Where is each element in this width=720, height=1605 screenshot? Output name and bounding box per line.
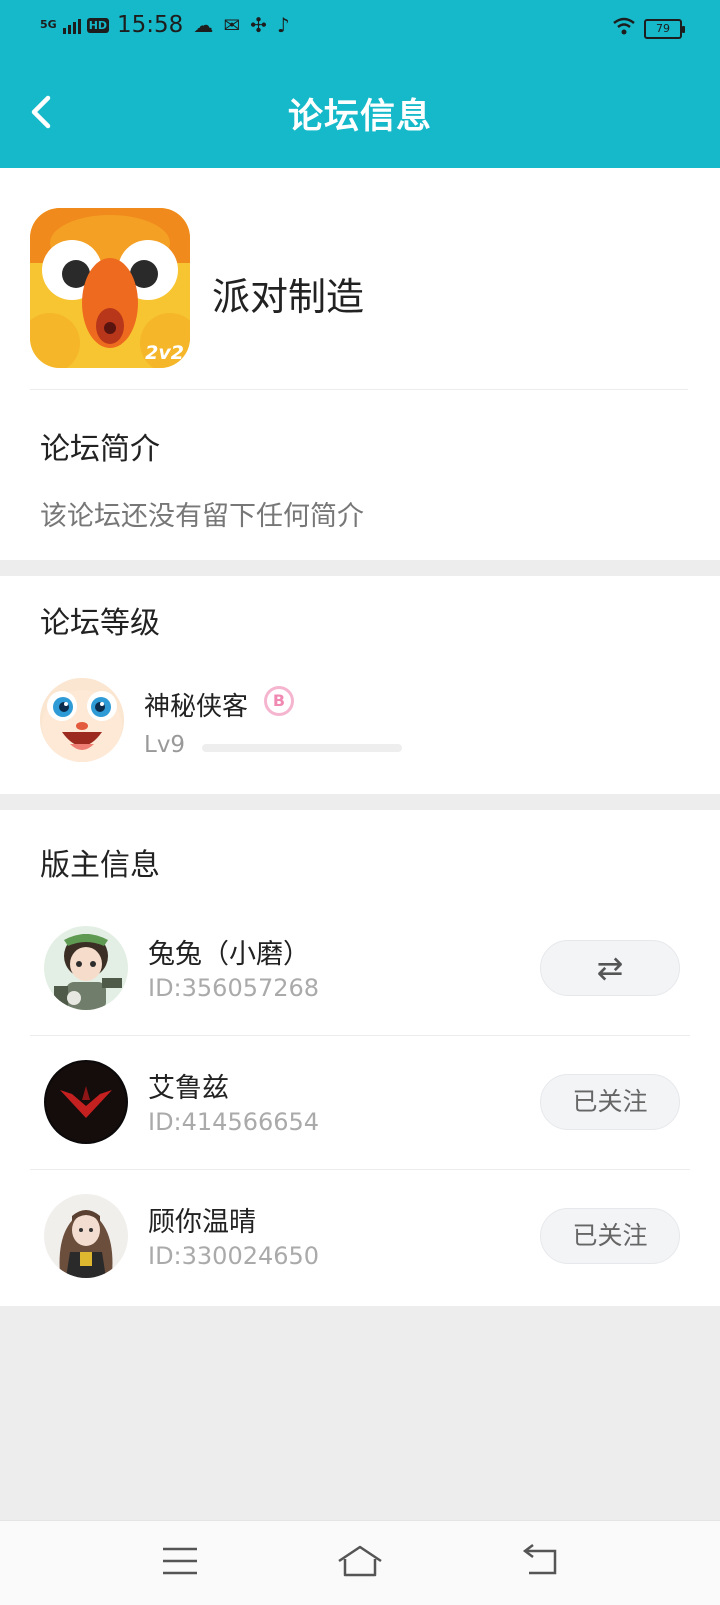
forum-level-card: 论坛等级 神秘侠客 B Lv9	[0, 576, 720, 794]
status-bar: 5G HD 15:58 ☁ ✉ ✣ ♪ 79	[0, 0, 720, 56]
game-icon-badge: 2v2	[145, 342, 184, 364]
moderators-card: 版主信息 兔兔（小磨） ID:356057268 ⇄ 艾鲁兹 ID:414566…	[0, 810, 720, 1306]
top-nav-bar: 论坛信息	[0, 56, 720, 168]
user-name: 神秘侠客	[144, 692, 249, 722]
mail-icon: ✉	[223, 13, 241, 37]
moderators-title: 版主信息	[40, 848, 160, 883]
weather-icon: ☁	[193, 13, 214, 37]
forum-info-card: 2v2 派对制造 论坛简介 该论坛还没有留下任何简介	[0, 168, 720, 560]
status-left: 5G HD 15:58 ☁ ✉ ✣ ♪	[40, 12, 290, 38]
moderator-id: ID:356057268	[148, 974, 320, 1002]
wifi-icon	[612, 16, 636, 41]
moderator-name: 艾鲁兹	[148, 1073, 229, 1104]
moderator-name: 兔兔（小磨）	[148, 939, 310, 970]
battery-icon: 79	[644, 18, 685, 39]
intro-text: 该论坛还没有留下任何简介	[40, 501, 364, 532]
followed-button[interactable]: 已关注	[540, 1208, 680, 1264]
moderator-row[interactable]: 兔兔（小磨） ID:356057268 ⇄	[30, 902, 690, 1036]
home-icon	[338, 1545, 382, 1577]
fan-icon: ✣	[250, 13, 267, 37]
moderator-row[interactable]: 艾鲁兹 ID:414566654 已关注	[30, 1036, 690, 1170]
switch-button[interactable]: ⇄	[540, 940, 680, 996]
divider	[30, 389, 688, 390]
intro-title: 论坛简介	[40, 432, 160, 467]
moderator-avatar[interactable]	[44, 926, 128, 1010]
menu-icon	[163, 1547, 197, 1575]
clock: 15:58	[117, 12, 184, 38]
level-progress-bar	[202, 744, 402, 752]
followed-button[interactable]: 已关注	[540, 1074, 680, 1130]
moderator-id: ID:330024650	[148, 1242, 320, 1270]
tiktok-icon: ♪	[276, 13, 290, 37]
system-nav-bar	[0, 1520, 720, 1605]
level-title: 论坛等级	[40, 606, 160, 641]
network-type: 5G	[40, 18, 57, 31]
switch-icon: ⇄	[596, 949, 624, 987]
user-level: Lv9	[144, 732, 186, 758]
back-nav-button[interactable]	[515, 1539, 565, 1583]
home-button[interactable]	[335, 1539, 385, 1583]
moderator-id: ID:414566654	[148, 1108, 320, 1136]
user-avatar[interactable]	[40, 678, 124, 762]
back-nav-icon	[522, 1544, 557, 1575]
forum-name: 派对制造	[212, 275, 365, 319]
menu-button[interactable]	[155, 1539, 205, 1583]
moderator-avatar[interactable]	[44, 1194, 128, 1278]
game-icon[interactable]: 2v2	[30, 208, 190, 368]
hd-icon: HD	[86, 17, 110, 33]
moderator-row[interactable]: 顾你温晴 ID:330024650 已关注	[30, 1170, 690, 1304]
moderator-avatar[interactable]	[44, 1060, 128, 1144]
signal-icon	[62, 16, 81, 34]
moderator-name: 顾你温晴	[148, 1207, 256, 1238]
status-right: 79	[612, 16, 685, 41]
level-badge-icon: B	[264, 686, 294, 716]
page-title: 论坛信息	[287, 97, 432, 137]
